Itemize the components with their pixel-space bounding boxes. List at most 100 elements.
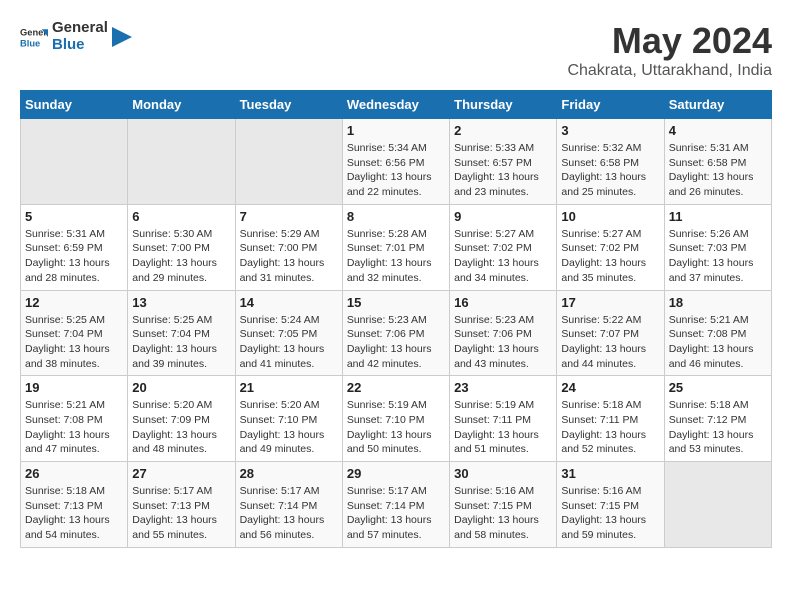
logo-blue: Blue bbox=[52, 36, 85, 53]
day-number: 10 bbox=[561, 209, 659, 224]
day-number: 8 bbox=[347, 209, 445, 224]
day-info: Sunrise: 5:17 AMSunset: 7:14 PMDaylight:… bbox=[347, 484, 445, 543]
calendar-cell bbox=[664, 462, 771, 548]
svg-text:General: General bbox=[20, 27, 48, 37]
day-info: Sunrise: 5:21 AMSunset: 7:08 PMDaylight:… bbox=[669, 313, 767, 372]
weekday-header-tuesday: Tuesday bbox=[235, 91, 342, 119]
day-info: Sunrise: 5:34 AMSunset: 6:56 PMDaylight:… bbox=[347, 141, 445, 200]
calendar-cell: 6Sunrise: 5:30 AMSunset: 7:00 PMDaylight… bbox=[128, 204, 235, 290]
day-info: Sunrise: 5:25 AMSunset: 7:04 PMDaylight:… bbox=[25, 313, 123, 372]
day-number: 14 bbox=[240, 295, 338, 310]
calendar-cell bbox=[21, 119, 128, 205]
calendar-cell: 2 Sunrise: 5:33 AMSunset: 6:57 PMDaylight… bbox=[450, 119, 557, 205]
day-info: Sunrise: 5:23 AMSunset: 7:06 PMDaylight:… bbox=[454, 313, 552, 372]
weekday-header-monday: Monday bbox=[128, 91, 235, 119]
day-info: Sunrise: 5:17 AMSunset: 7:13 PMDaylight:… bbox=[132, 484, 230, 543]
day-number: 12 bbox=[25, 295, 123, 310]
calendar-cell: 1 Sunrise: 5:34 AMSunset: 6:56 PMDaylight… bbox=[342, 119, 449, 205]
day-number: 16 bbox=[454, 295, 552, 310]
calendar-cell: 28Sunrise: 5:17 AMSunset: 7:14 PMDayligh… bbox=[235, 462, 342, 548]
day-number: 27 bbox=[132, 466, 230, 481]
calendar-cell: 17Sunrise: 5:22 AMSunset: 7:07 PMDayligh… bbox=[557, 290, 664, 376]
calendar-cell: 13 Sunrise: 5:25 AMSunset: 7:04 PMDayligh… bbox=[128, 290, 235, 376]
calendar-cell: 22 Sunrise: 5:19 AMSunset: 7:10 PMDayligh… bbox=[342, 376, 449, 462]
day-info: Sunrise: 5:31 AMSunset: 6:59 PMDaylight:… bbox=[25, 227, 123, 286]
day-info: Sunrise: 5:25 AMSunset: 7:04 PMDaylight:… bbox=[132, 313, 230, 372]
calendar-cell: 16 Sunrise: 5:23 AMSunset: 7:06 PMDayligh… bbox=[450, 290, 557, 376]
calendar-cell: 8 Sunrise: 5:28 AMSunset: 7:01 PMDaylight… bbox=[342, 204, 449, 290]
calendar-cell: 25 Sunrise: 5:18 AMSunset: 7:12 PMDayligh… bbox=[664, 376, 771, 462]
week-row-3: 12 Sunrise: 5:25 AMSunset: 7:04 PMDayligh… bbox=[21, 290, 772, 376]
weekday-header-thursday: Thursday bbox=[450, 91, 557, 119]
day-number: 25 bbox=[669, 380, 767, 395]
calendar-cell: 19 Sunrise: 5:21 AMSunset: 7:08 PMDayligh… bbox=[21, 376, 128, 462]
day-info: Sunrise: 5:33 AMSunset: 6:57 PMDaylight:… bbox=[454, 141, 552, 200]
calendar-cell: 24 Sunrise: 5:18 AMSunset: 7:11 PMDayligh… bbox=[557, 376, 664, 462]
day-info: Sunrise: 5:24 AMSunset: 7:05 PMDaylight:… bbox=[240, 313, 338, 372]
day-number: 4 bbox=[669, 123, 767, 138]
calendar-cell bbox=[128, 119, 235, 205]
day-info: Sunrise: 5:26 AMSunset: 7:03 PMDaylight:… bbox=[669, 227, 767, 286]
day-info: Sunrise: 5:19 AMSunset: 7:11 PMDaylight:… bbox=[454, 398, 552, 457]
day-number: 30 bbox=[454, 466, 552, 481]
logo-arrow-icon bbox=[112, 27, 132, 47]
calendar-cell: 26 Sunrise: 5:18 AMSunset: 7:13 PMDayligh… bbox=[21, 462, 128, 548]
calendar-cell: 23 Sunrise: 5:19 AMSunset: 7:11 PMDayligh… bbox=[450, 376, 557, 462]
day-number: 26 bbox=[25, 466, 123, 481]
day-number: 19 bbox=[25, 380, 123, 395]
day-info: Sunrise: 5:23 AMSunset: 7:06 PMDaylight:… bbox=[347, 313, 445, 372]
logo-general: General bbox=[52, 19, 108, 36]
weekday-header-row: SundayMondayTuesdayWednesdayThursdayFrid… bbox=[21, 91, 772, 119]
day-number: 13 bbox=[132, 295, 230, 310]
weekday-header-sunday: Sunday bbox=[21, 91, 128, 119]
day-number: 18 bbox=[669, 295, 767, 310]
day-number: 20 bbox=[132, 380, 230, 395]
calendar-cell: 21Sunrise: 5:20 AMSunset: 7:10 PMDayligh… bbox=[235, 376, 342, 462]
calendar-cell: 4 Sunrise: 5:31 AMSunset: 6:58 PMDaylight… bbox=[664, 119, 771, 205]
day-info: Sunrise: 5:28 AMSunset: 7:01 PMDaylight:… bbox=[347, 227, 445, 286]
day-info: Sunrise: 5:20 AMSunset: 7:09 PMDaylight:… bbox=[132, 398, 230, 457]
day-info: Sunrise: 5:32 AMSunset: 6:58 PMDaylight:… bbox=[561, 141, 659, 200]
calendar-cell: 14 Sunrise: 5:24 AMSunset: 7:05 PMDayligh… bbox=[235, 290, 342, 376]
day-number: 15 bbox=[347, 295, 445, 310]
calendar-cell bbox=[235, 119, 342, 205]
calendar-cell: 18 Sunrise: 5:21 AMSunset: 7:08 PMDayligh… bbox=[664, 290, 771, 376]
day-info: Sunrise: 5:18 AMSunset: 7:13 PMDaylight:… bbox=[25, 484, 123, 543]
header-area: General Blue General Blue May 2024 Chakr… bbox=[20, 20, 772, 80]
weekday-header-friday: Friday bbox=[557, 91, 664, 119]
day-info: Sunrise: 5:29 AMSunset: 7:00 PMDaylight:… bbox=[240, 227, 338, 286]
day-info: Sunrise: 5:22 AMSunset: 7:07 PMDaylight:… bbox=[561, 313, 659, 372]
calendar-cell: 3 Sunrise: 5:32 AMSunset: 6:58 PMDaylight… bbox=[557, 119, 664, 205]
calendar-cell: 12 Sunrise: 5:25 AMSunset: 7:04 PMDayligh… bbox=[21, 290, 128, 376]
day-number: 5 bbox=[25, 209, 123, 224]
calendar-cell: 31Sunrise: 5:16 AMSunset: 7:15 PMDayligh… bbox=[557, 462, 664, 548]
svg-text:Blue: Blue bbox=[20, 38, 40, 48]
day-info: Sunrise: 5:19 AMSunset: 7:10 PMDaylight:… bbox=[347, 398, 445, 457]
day-info: Sunrise: 5:31 AMSunset: 6:58 PMDaylight:… bbox=[669, 141, 767, 200]
calendar-cell: 20 Sunrise: 5:20 AMSunset: 7:09 PMDayligh… bbox=[128, 376, 235, 462]
logo: General Blue General Blue bbox=[20, 20, 132, 53]
page-subtitle: Chakrata, Uttarakhand, India bbox=[567, 62, 772, 80]
title-area: May 2024 Chakrata, Uttarakhand, India bbox=[567, 20, 772, 80]
calendar-cell: 7Sunrise: 5:29 AMSunset: 7:00 PMDaylight… bbox=[235, 204, 342, 290]
page-title: May 2024 bbox=[567, 20, 772, 62]
day-info: Sunrise: 5:18 AMSunset: 7:11 PMDaylight:… bbox=[561, 398, 659, 457]
day-number: 3 bbox=[561, 123, 659, 138]
day-number: 2 bbox=[454, 123, 552, 138]
day-number: 24 bbox=[561, 380, 659, 395]
week-row-5: 26 Sunrise: 5:18 AMSunset: 7:13 PMDayligh… bbox=[21, 462, 772, 548]
day-number: 29 bbox=[347, 466, 445, 481]
day-number: 22 bbox=[347, 380, 445, 395]
calendar-cell: 9Sunrise: 5:27 AMSunset: 7:02 PMDaylight… bbox=[450, 204, 557, 290]
day-number: 1 bbox=[347, 123, 445, 138]
day-info: Sunrise: 5:20 AMSunset: 7:10 PMDaylight:… bbox=[240, 398, 338, 457]
calendar-cell: 30Sunrise: 5:16 AMSunset: 7:15 PMDayligh… bbox=[450, 462, 557, 548]
weekday-header-wednesday: Wednesday bbox=[342, 91, 449, 119]
calendar-cell: 5 Sunrise: 5:31 AMSunset: 6:59 PMDaylight… bbox=[21, 204, 128, 290]
day-info: Sunrise: 5:21 AMSunset: 7:08 PMDaylight:… bbox=[25, 398, 123, 457]
calendar-cell: 29 Sunrise: 5:17 AMSunset: 7:14 PMDayligh… bbox=[342, 462, 449, 548]
day-number: 23 bbox=[454, 380, 552, 395]
day-info: Sunrise: 5:18 AMSunset: 7:12 PMDaylight:… bbox=[669, 398, 767, 457]
calendar-cell: 15 Sunrise: 5:23 AMSunset: 7:06 PMDayligh… bbox=[342, 290, 449, 376]
logo-icon: General Blue bbox=[20, 23, 48, 51]
